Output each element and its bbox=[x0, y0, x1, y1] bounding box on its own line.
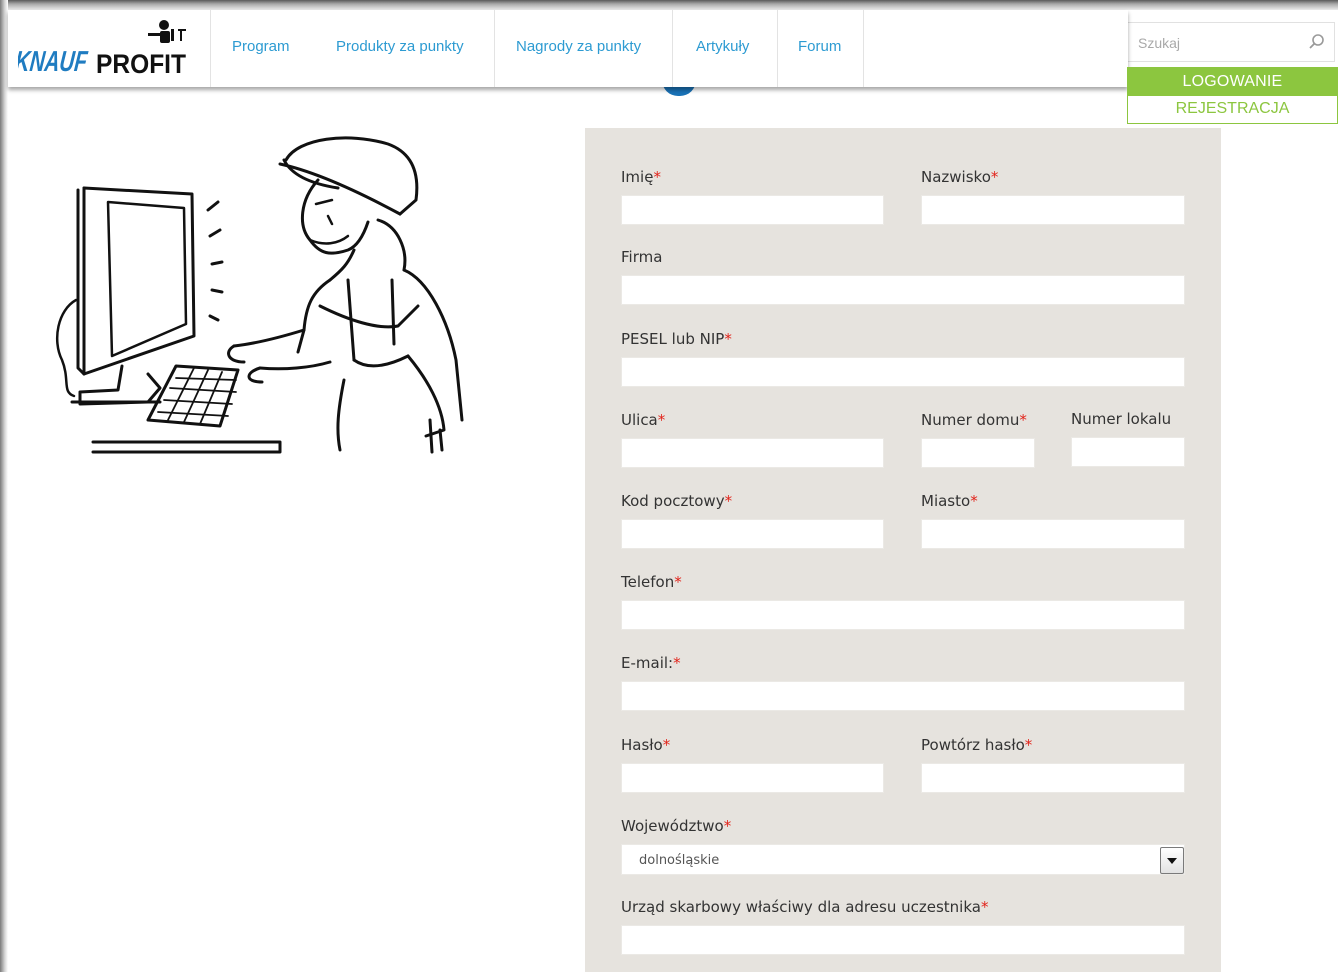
knauf-profit-logo[interactable]: KNAUF PROFIT bbox=[18, 15, 200, 83]
nav-link-articles[interactable]: Artykuły bbox=[696, 38, 749, 55]
postal-code-input[interactable] bbox=[621, 519, 884, 549]
nav-link-rewards[interactable]: Nagrody za punkty bbox=[516, 38, 641, 55]
phone-input[interactable] bbox=[621, 600, 1185, 630]
last-name-input[interactable] bbox=[921, 195, 1185, 225]
nav-divider bbox=[210, 10, 211, 87]
logo-profit: PROFIT bbox=[96, 49, 186, 79]
last-name-label: Nazwisko* bbox=[921, 168, 999, 186]
nav-link-program[interactable]: Program bbox=[232, 38, 290, 55]
password-label: Hasło* bbox=[621, 736, 671, 754]
dropdown-arrow-icon[interactable] bbox=[1160, 847, 1184, 874]
first-name-input[interactable] bbox=[621, 195, 884, 225]
phone-label: Telefon* bbox=[621, 573, 682, 591]
window-frame-left bbox=[0, 0, 8, 972]
tax-office-input[interactable] bbox=[621, 925, 1185, 955]
logo-knauf: KNAUF bbox=[18, 46, 90, 78]
registration-form: Imię* Nazwisko* Firma PESEL lub NIP* Uli… bbox=[585, 128, 1221, 972]
city-label: Miasto* bbox=[921, 492, 978, 510]
house-number-label: Numer domu* bbox=[921, 411, 1027, 429]
site-header: KNAUF PROFIT Program Produkty za punkty … bbox=[8, 10, 1128, 87]
postal-code-label: Kod pocztowy* bbox=[621, 492, 733, 510]
street-input[interactable] bbox=[621, 438, 884, 468]
nav-divider bbox=[494, 10, 495, 87]
password-input[interactable] bbox=[621, 763, 884, 793]
voivodeship-label: Województwo* bbox=[621, 817, 732, 835]
street-label: Ulica* bbox=[621, 411, 666, 429]
search-box bbox=[1127, 22, 1335, 62]
nav-divider bbox=[863, 10, 864, 87]
nav-divider bbox=[672, 10, 673, 87]
nav-link-products[interactable]: Produkty za punkty bbox=[336, 38, 464, 55]
apartment-number-label: Numer lokalu bbox=[1071, 410, 1172, 428]
register-button[interactable]: REJESTRACJA bbox=[1127, 96, 1338, 124]
pesel-nip-input[interactable] bbox=[621, 357, 1185, 387]
password-repeat-label: Powtórz hasło* bbox=[921, 736, 1033, 754]
house-number-input[interactable] bbox=[921, 438, 1035, 468]
worker-at-computer-illustration bbox=[55, 136, 464, 454]
logo-figure-icon bbox=[148, 20, 186, 43]
search-input[interactable] bbox=[1136, 31, 1300, 55]
tax-office-label: Urząd skarbowy właściwy dla adresu uczes… bbox=[621, 898, 989, 916]
pesel-nip-label: PESEL lub NIP* bbox=[621, 330, 732, 348]
email-input[interactable] bbox=[621, 681, 1185, 711]
company-label: Firma bbox=[621, 248, 663, 266]
city-input[interactable] bbox=[921, 519, 1185, 549]
nav-link-forum[interactable]: Forum bbox=[798, 38, 841, 55]
login-button[interactable]: LOGOWANIE bbox=[1127, 67, 1338, 96]
voivodeship-select[interactable]: dolnośląskie bbox=[621, 844, 1185, 875]
search-icon[interactable] bbox=[1308, 33, 1326, 51]
window-frame-top bbox=[0, 0, 1338, 10]
nav-divider bbox=[777, 10, 778, 87]
password-repeat-input[interactable] bbox=[921, 763, 1185, 793]
company-input[interactable] bbox=[621, 275, 1185, 305]
email-label: E-mail:* bbox=[621, 654, 681, 672]
voivodeship-selected-value: dolnośląskie bbox=[639, 853, 720, 868]
apartment-number-input[interactable] bbox=[1071, 437, 1185, 467]
first-name-label: Imię* bbox=[621, 168, 661, 186]
